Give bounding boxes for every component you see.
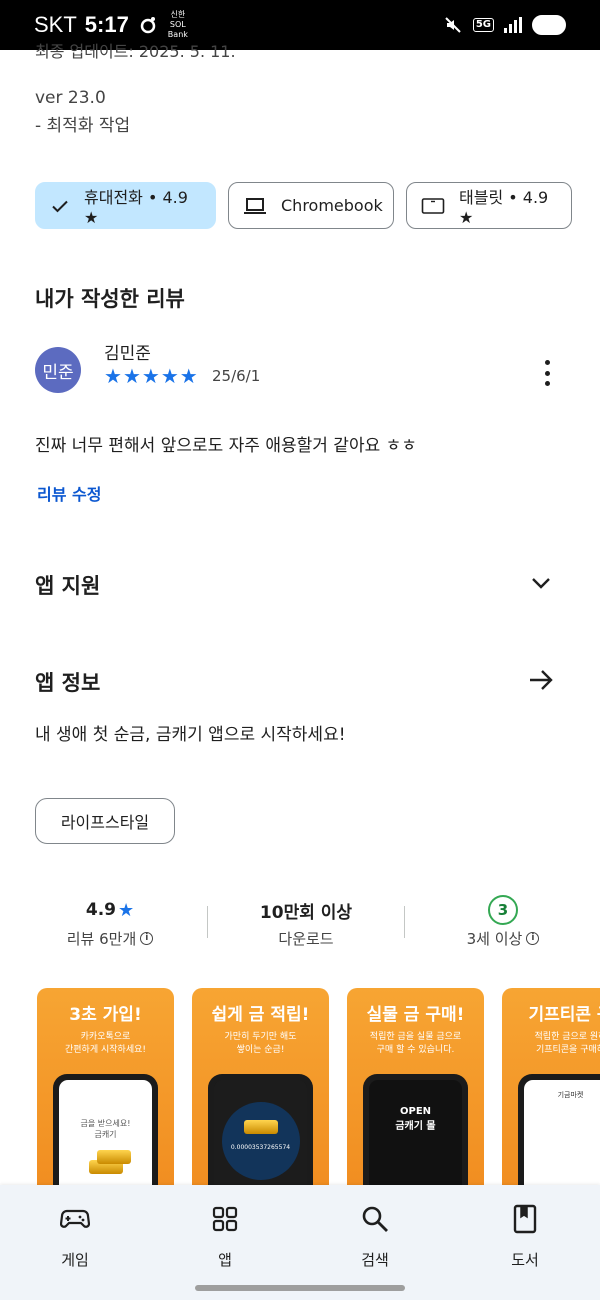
app-description: 내 생애 첫 순금, 금캐기 앱으로 시작하세요!: [35, 725, 346, 745]
nav-apps[interactable]: 앱: [175, 1203, 275, 1270]
review-date: 25/6/1: [212, 367, 261, 385]
chip-tablet[interactable]: 태블릿 • 4.9 ★: [406, 182, 572, 229]
screenshot-headline: 기프티콘 구: [528, 1005, 600, 1025]
stat-divider: [207, 906, 208, 938]
last-updated-text: 최종 업데이트: 2025. 5. 11.: [35, 42, 236, 61]
screenshot-subtext: 적립한 금으로 원하 기프티콘을 구매하: [534, 1032, 600, 1055]
stat-rating[interactable]: 4.9 ★ 리뷰 6만개 i: [25, 896, 195, 949]
star-icon: ★: [117, 899, 135, 921]
info-icon: i: [526, 932, 540, 945]
screenshot-headline: 쉽게 금 적립!: [211, 1005, 310, 1025]
nav-label: 검색: [361, 1251, 389, 1269]
notification-dot-icon: [140, 17, 156, 34]
screenshot-card[interactable]: 기프티콘 구 적립한 금으로 원하 기프티콘을 구매하 기금마켓: [502, 988, 600, 1188]
chip-phone[interactable]: 휴대전화 • 4.9 ★: [35, 182, 216, 229]
release-note-item: - 최적화 작업: [35, 116, 131, 136]
system-icons: 5G: [443, 15, 566, 35]
bottom-navigation: 게임 앱 검색 도서: [0, 1185, 600, 1300]
device-filter-chips: 휴대전화 • 4.9 ★ Chromebook 태블릿 • 4.9 ★: [35, 182, 572, 229]
chevron-down-icon[interactable]: [528, 570, 554, 596]
carrier-label: SKT: [34, 12, 77, 37]
screenshot-card[interactable]: 실물 금 구매! 적립한 금을 실물 금으로 구매 할 수 있습니다. OPEN…: [347, 988, 484, 1188]
app-info-heading[interactable]: 앱 정보: [35, 667, 100, 697]
phone-mockup: 금을 받으세요! 금캐기: [53, 1074, 158, 1188]
screenshot-headline: 3초 가입!: [69, 1005, 142, 1025]
phone-mockup: 기금마켓: [518, 1074, 600, 1188]
app-support-heading[interactable]: 앱 지원: [35, 570, 100, 600]
star-icon: ★: [141, 364, 160, 388]
nav-label: 앱: [218, 1251, 232, 1269]
phone-mockup: OPEN 금캐기 몰: [363, 1074, 468, 1188]
nav-label: 게임: [61, 1251, 89, 1269]
nav-search[interactable]: 검색: [325, 1203, 425, 1270]
rating-label: 리뷰 6만개: [66, 930, 137, 948]
star-icon: ★: [179, 364, 198, 388]
age-rating-badge: 3: [488, 895, 518, 925]
bank-app-icon: 신한 SOL Bank: [167, 10, 188, 39]
downloads-label: 다운로드: [278, 930, 334, 948]
version-text: ver 23.0: [35, 88, 106, 108]
screenshot-carousel[interactable]: 3초 가입! 카카오톡으로 간편하게 시작하세요! 금을 받으세요! 금캐기 쉽…: [37, 988, 600, 1188]
screen-text: OPEN 금캐기 몰: [395, 1106, 436, 1132]
gold-bar-image: [244, 1120, 278, 1134]
mute-icon: [445, 17, 461, 33]
star-icon: ★: [122, 364, 141, 388]
gesture-handle[interactable]: [195, 1285, 405, 1291]
category-chip[interactable]: 라이프스타일: [35, 798, 175, 844]
more-options-icon[interactable]: [536, 358, 558, 388]
chip-label: Chromebook: [281, 196, 383, 215]
chip-chromebook[interactable]: Chromebook: [228, 182, 394, 229]
screenshot-card[interactable]: 쉽게 금 적립! 가만히 두기만 해도 쌓이는 순금! 0.0000353726…: [192, 988, 329, 1188]
search-icon: [362, 1206, 388, 1232]
screenshot-headline: 실물 금 구매!: [366, 1005, 465, 1025]
nav-books[interactable]: 도서: [475, 1203, 575, 1270]
apps-grid-icon: [212, 1206, 238, 1232]
screenshot-subtext: 카카오톡으로 간편하게 시작하세요!: [65, 1032, 146, 1055]
review-text: 진짜 너무 편해서 앞으로도 자주 애용할거 같아요 ㅎㅎ: [35, 436, 417, 456]
battery-icon: [532, 15, 566, 35]
laptop-icon: [243, 196, 267, 216]
star-icon: ★: [104, 364, 122, 388]
my-review-heading: 내가 작성한 리뷰: [35, 287, 185, 311]
gamepad-icon: [60, 1209, 90, 1228]
app-stats: 4.9 ★ 리뷰 6만개 i 10만회 이상 다운로드 3 3세 이상 i: [0, 895, 600, 956]
release-notes: ver 23.0 - 최적화 작업: [35, 84, 130, 140]
screen-text: 0.00003537265574: [230, 1144, 291, 1151]
chip-label: 휴대전화 • 4.9 ★: [84, 188, 188, 227]
arrow-right-icon[interactable]: [527, 666, 555, 694]
gold-balance-circle: [222, 1102, 300, 1180]
clock: 5:17: [84, 12, 129, 37]
star-icon: ★: [160, 364, 179, 388]
signal-icon: [504, 17, 522, 33]
stat-divider: [404, 906, 405, 938]
network-5g-icon: 5G: [472, 18, 494, 32]
rating-value: 4.9: [85, 900, 116, 920]
age-label: 3세 이상: [466, 930, 523, 948]
screenshot-card[interactable]: 3초 가입! 카카오톡으로 간편하게 시작하세요! 금을 받으세요! 금캐기: [37, 988, 174, 1188]
nav-label: 도서: [511, 1251, 539, 1269]
screen-text: 기금마켓: [557, 1091, 584, 1099]
downloads-value: 10만회 이상: [259, 902, 353, 923]
book-icon: [513, 1204, 537, 1234]
notification-icons: 신한 SOL Bank: [139, 10, 193, 40]
screen-text: 금을 받으세요! 금캐기: [80, 1119, 131, 1139]
nav-games[interactable]: 게임: [25, 1203, 125, 1270]
info-icon: i: [140, 932, 154, 945]
screenshot-subtext: 가만히 두기만 해도 쌓이는 순금!: [224, 1032, 297, 1055]
tablet-icon: [421, 197, 445, 215]
avatar: 민준: [35, 347, 81, 393]
chip-label: 태블릿 • 4.9 ★: [459, 188, 549, 227]
phone-mockup: 0.00003537265574: [208, 1074, 313, 1188]
check-icon: [50, 196, 70, 216]
edit-review-link[interactable]: 리뷰 수정: [37, 481, 101, 505]
stat-age-rating[interactable]: 3 3세 이상 i: [418, 895, 588, 949]
gold-bar-image: [97, 1150, 131, 1164]
stat-downloads: 10만회 이상 다운로드: [221, 896, 391, 949]
screenshot-subtext: 적립한 금을 실물 금으로 구매 할 수 있습니다.: [369, 1032, 462, 1055]
reviewer-name: 김민준: [104, 344, 151, 364]
review-rating-stars: ★ ★ ★ ★ ★: [104, 364, 198, 388]
